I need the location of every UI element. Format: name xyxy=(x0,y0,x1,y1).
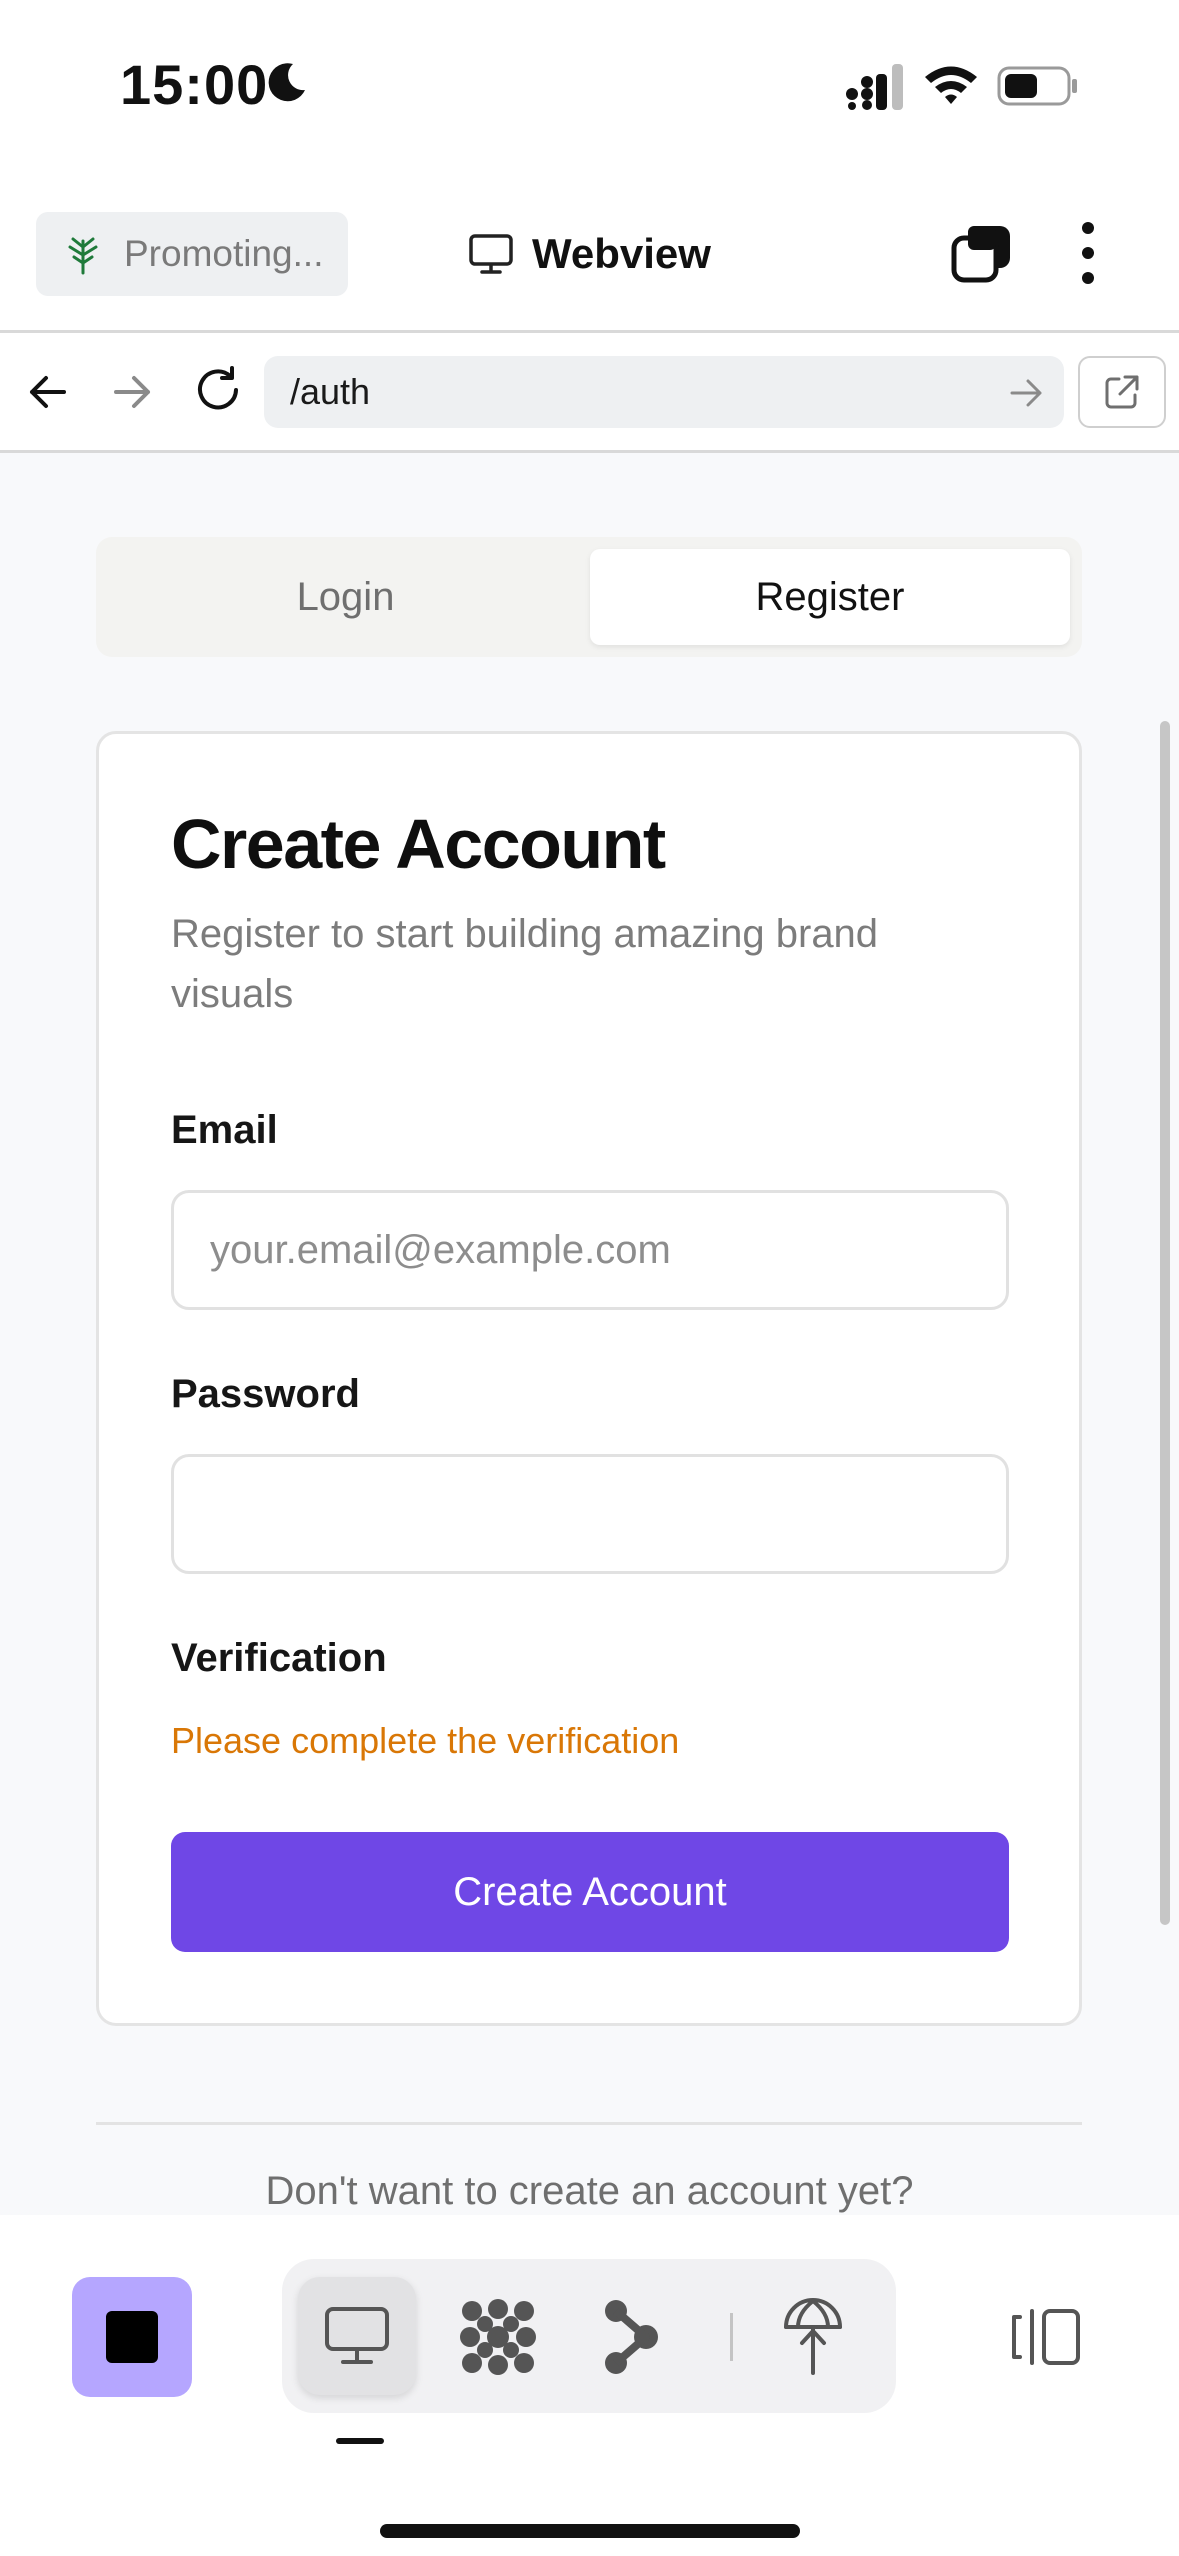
promote-status-label: Promoting... xyxy=(124,233,324,274)
auth-tabs: Login Register xyxy=(96,537,1082,657)
home-indicator[interactable] xyxy=(380,2524,800,2538)
signal-icon xyxy=(846,64,903,110)
tab-login[interactable]: Login xyxy=(108,549,583,645)
deploy-icon[interactable] xyxy=(782,2297,844,2377)
arrow-right-icon[interactable] xyxy=(1008,376,1044,410)
email-label: Email xyxy=(171,1108,278,1152)
create-account-button[interactable]: Create Account xyxy=(171,1832,1009,1952)
arrow-left-icon[interactable] xyxy=(24,368,72,416)
guest-prompt: Don't want to create an account yet? xyxy=(265,2169,914,2213)
mode-webview-button[interactable] xyxy=(298,2277,416,2395)
tabs-icon[interactable] xyxy=(950,222,1014,286)
stop-button[interactable] xyxy=(72,2277,192,2397)
open-external-button[interactable] xyxy=(1078,356,1166,428)
mode-separator xyxy=(730,2313,733,2361)
url-field[interactable]: /auth xyxy=(264,356,1064,428)
webview-content: Login Register Create Account Register t… xyxy=(0,453,1179,2215)
view-title-label: Webview xyxy=(532,230,711,277)
verification-warning: Please complete the verification xyxy=(171,1720,680,1761)
more-vertical-icon[interactable] xyxy=(1070,220,1106,286)
status-time: 15:00 xyxy=(120,53,269,116)
external-link-icon xyxy=(1105,375,1139,409)
moon-icon xyxy=(268,63,305,102)
battery-icon xyxy=(997,66,1077,106)
grid-dots-icon[interactable] xyxy=(458,2297,538,2377)
content-divider xyxy=(96,2122,1082,2125)
tree-icon xyxy=(68,237,98,275)
flow-icon[interactable] xyxy=(602,2299,662,2375)
password-label: Password xyxy=(171,1372,360,1416)
mode-switcher xyxy=(282,2259,896,2413)
register-card: Create Account Register to start buildin… xyxy=(96,731,1082,2026)
arrow-right-icon[interactable] xyxy=(108,368,156,416)
panel-toggle-icon[interactable] xyxy=(1008,2307,1082,2367)
promote-status-chip[interactable]: Promoting... xyxy=(36,212,348,296)
scrollbar[interactable] xyxy=(1160,721,1170,1925)
password-field[interactable] xyxy=(171,1454,1009,1574)
stop-icon xyxy=(106,2311,158,2363)
url-text: /auth xyxy=(290,371,371,412)
tab-register[interactable]: Register xyxy=(590,549,1070,645)
verification-label: Verification xyxy=(171,1636,387,1680)
wifi-icon xyxy=(925,66,977,104)
card-title: Create Account xyxy=(171,805,666,883)
reload-icon[interactable] xyxy=(192,364,244,416)
active-mode-indicator xyxy=(336,2438,384,2444)
toolbar-divider xyxy=(0,330,1179,333)
monitor-icon xyxy=(469,234,513,274)
view-title: Webview xyxy=(468,222,711,286)
bottom-dock xyxy=(0,2215,1179,2556)
card-subtitle: Register to start building amazing brand… xyxy=(171,912,879,1016)
monitor-icon xyxy=(325,2307,389,2364)
email-field[interactable] xyxy=(171,1190,1009,1310)
